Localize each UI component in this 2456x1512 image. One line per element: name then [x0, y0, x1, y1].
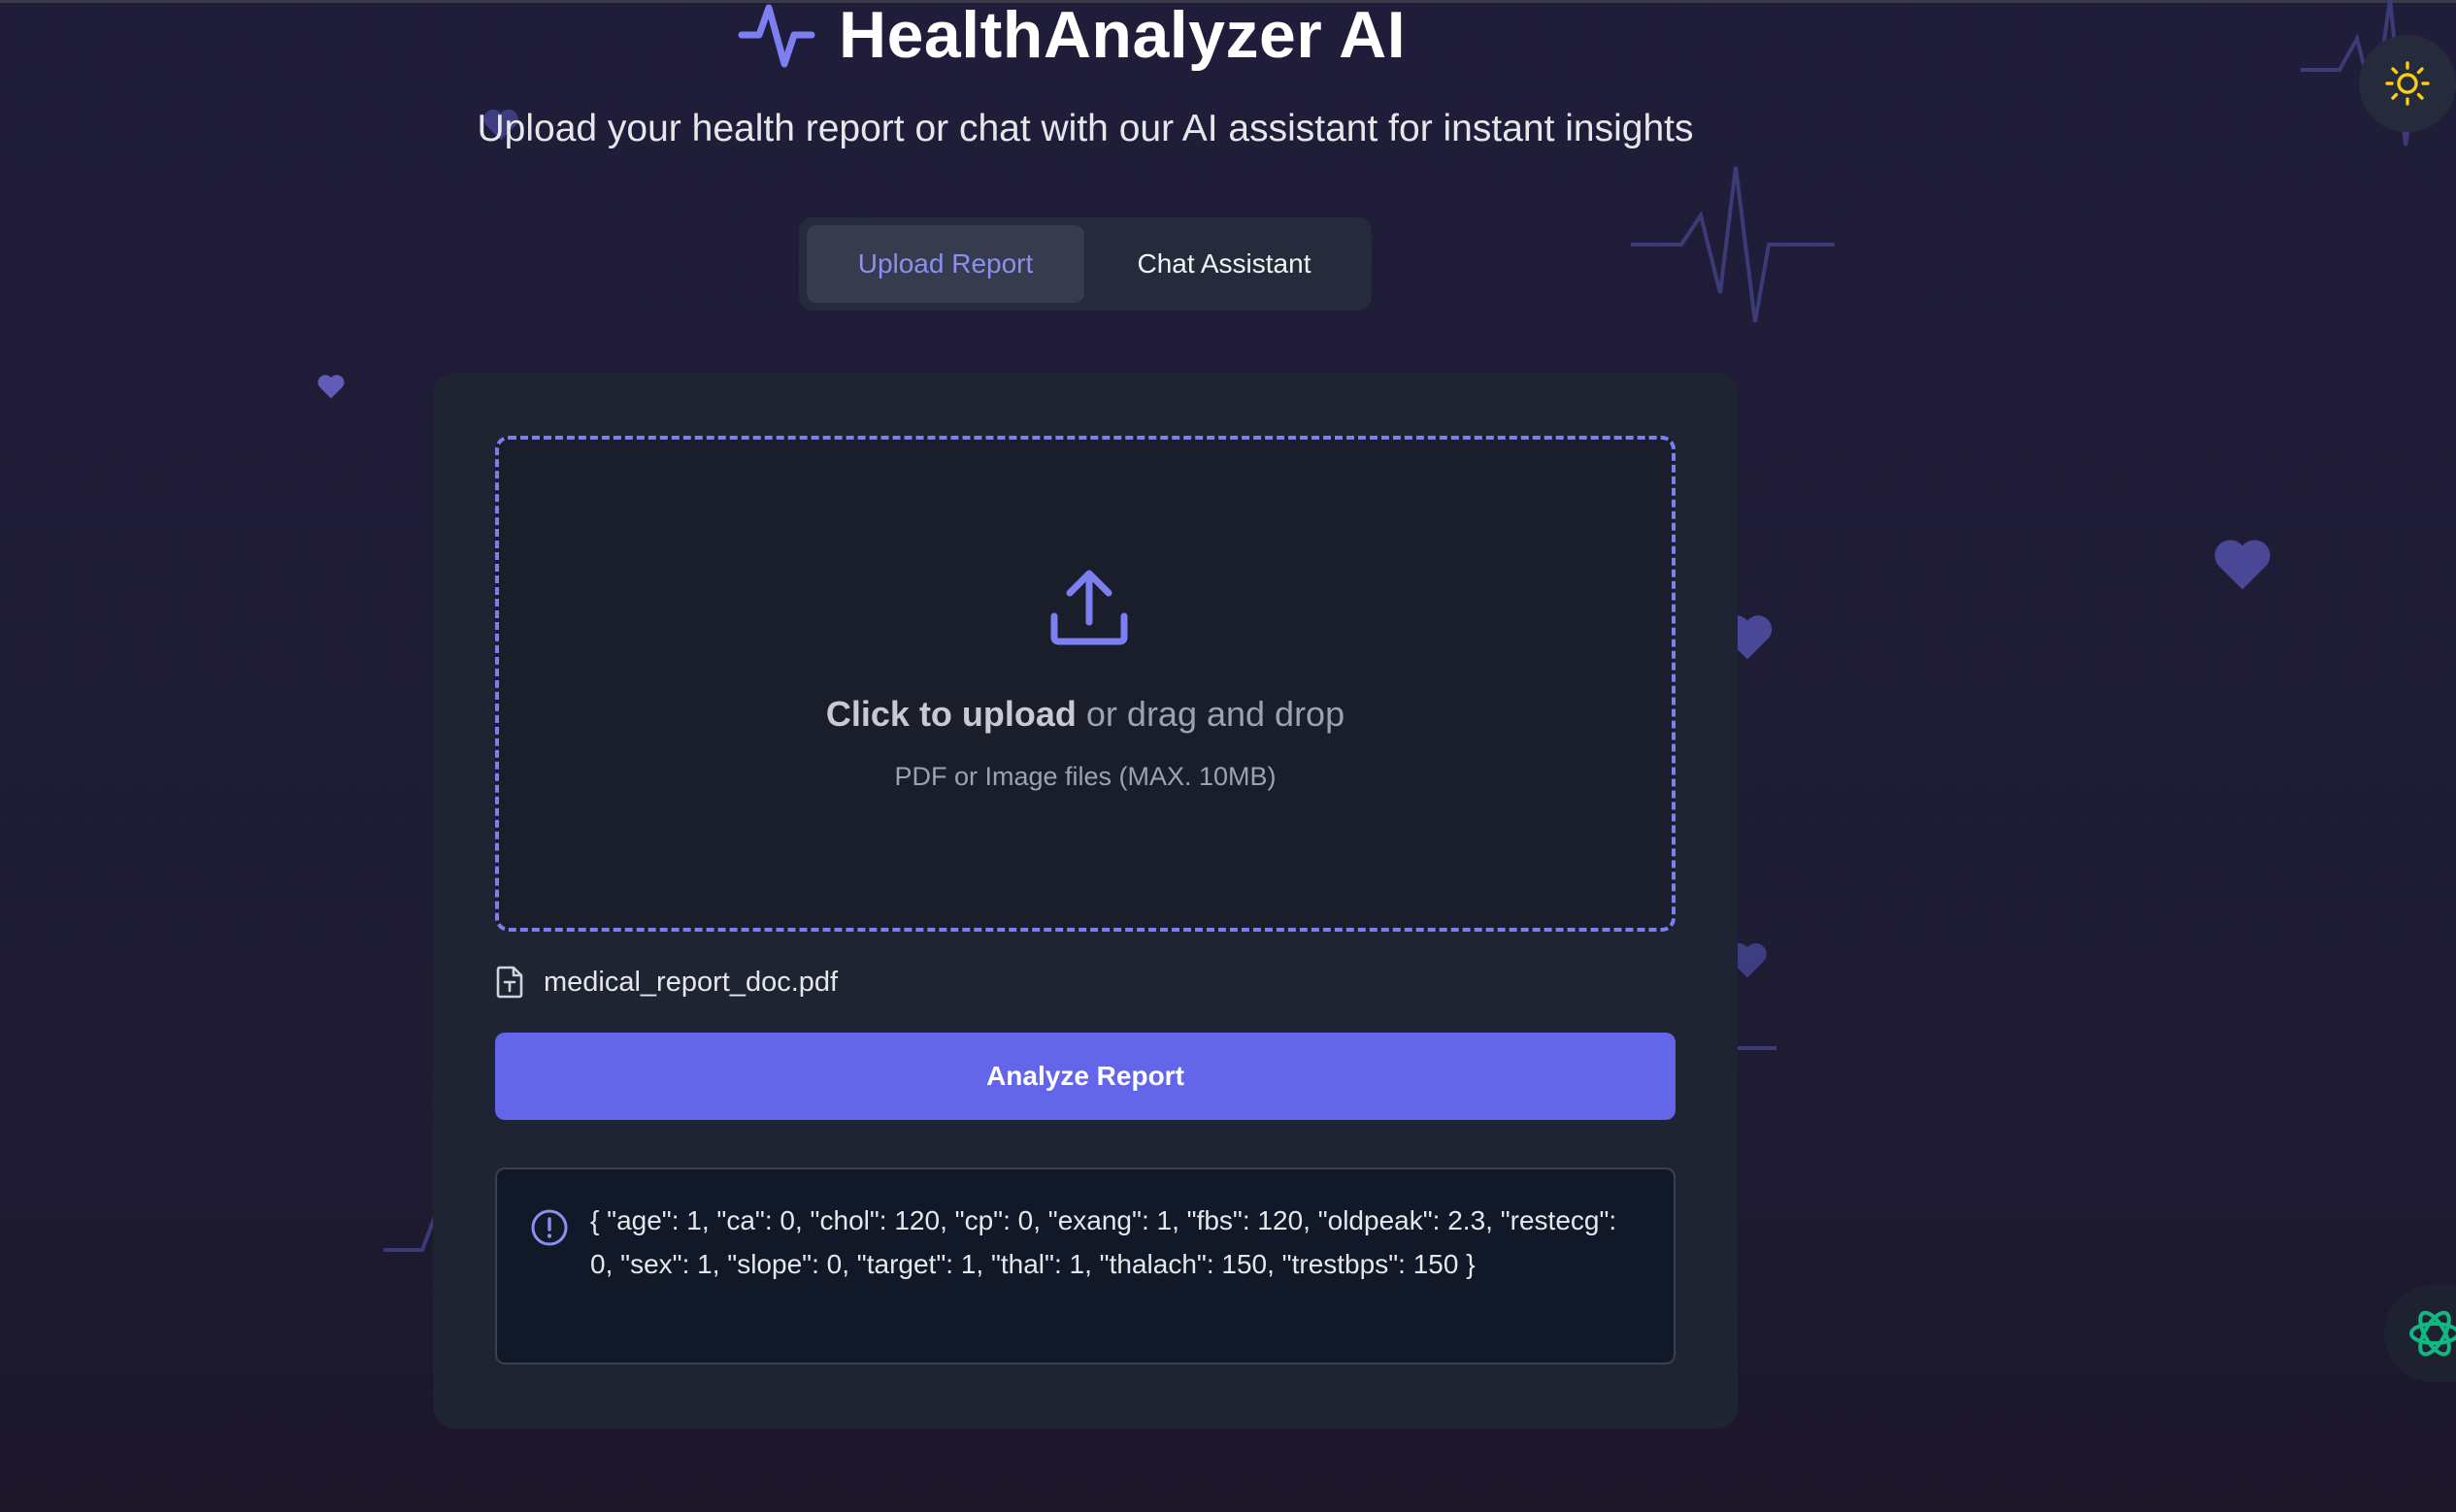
chat-bot-button[interactable]: [2384, 1285, 2456, 1382]
heartbeat-line-decoration: [1738, 1046, 1776, 1050]
selected-file: medical_report_doc.pdf: [495, 959, 838, 1005]
brand-header: HealthAnalyzer AI: [738, 0, 1406, 70]
file-name: medical_report_doc.pdf: [544, 966, 839, 998]
heart-icon: [2214, 540, 2271, 590]
analysis-result: { "age": 1, "ca": 0, "chol": 120, "cp": …: [495, 1167, 1676, 1364]
upload-cta-rest: or drag and drop: [1076, 694, 1345, 734]
theme-toggle-button[interactable]: [2359, 35, 2456, 132]
heartbeat-line-decoration: [1631, 166, 1835, 323]
app-title: HealthAnalyzer AI: [839, 0, 1407, 72]
upload-cta[interactable]: Click to upload: [826, 694, 1077, 734]
result-text: { "age": 1, "ca": 0, "chol": 120, "cp": …: [590, 1205, 1617, 1279]
heart-icon: [317, 375, 345, 399]
file-text-icon: [496, 966, 523, 999]
info-icon: [531, 1209, 568, 1246]
tab-chat-assistant[interactable]: Chat Assistant: [1084, 225, 1364, 303]
page-subtitle: Upload your health report or chat with o…: [477, 108, 1694, 149]
analyze-report-button[interactable]: Analyze Report: [495, 1033, 1676, 1120]
tab-upload-report[interactable]: Upload Report: [807, 225, 1084, 303]
mode-tabs: Upload Report Chat Assistant: [799, 217, 1372, 311]
heart-pulse-icon: [738, 4, 815, 68]
upload-instructions: Click to upload or drag and drop: [499, 694, 1672, 735]
chat-bot-icon: [2409, 1310, 2456, 1357]
upload-icon: [1050, 570, 1128, 645]
file-dropzone[interactable]: Click to upload or drag and drop PDF or …: [495, 436, 1676, 932]
upload-file-hint: PDF or Image files (MAX. 10MB): [894, 762, 1277, 791]
sun-icon: [2385, 61, 2430, 106]
